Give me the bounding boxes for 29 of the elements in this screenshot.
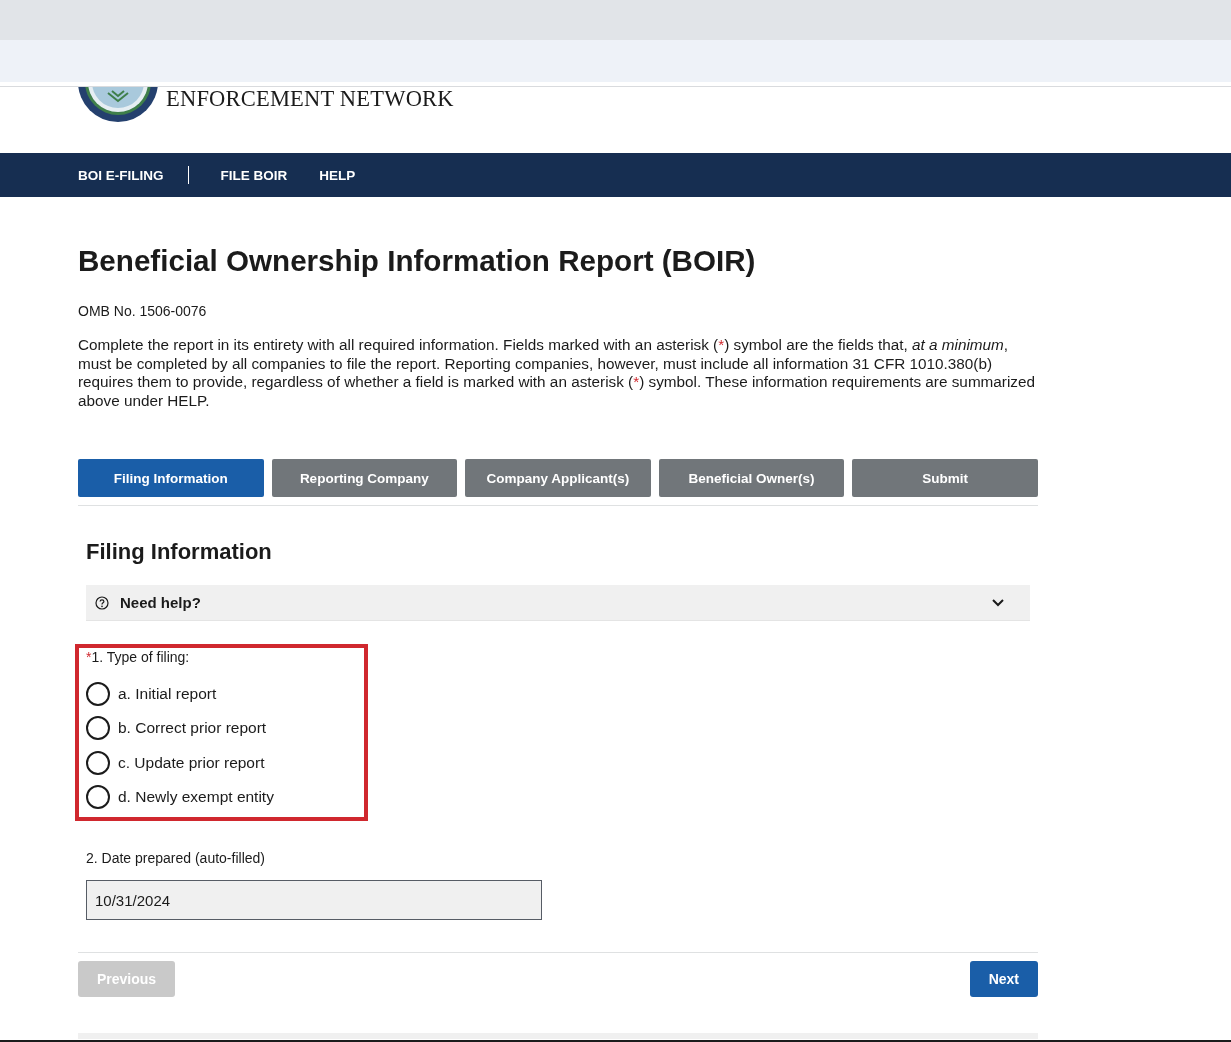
step-tab[interactable]: Reporting Company bbox=[271, 459, 458, 497]
date-label: 2. Date prepared (auto-filled) bbox=[86, 849, 266, 868]
nav-link[interactable]: FILE BOIR bbox=[220, 167, 288, 183]
help-icon bbox=[95, 595, 109, 610]
radio-label[interactable]: a. Initial report bbox=[118, 684, 217, 705]
section-title: Filing Information bbox=[86, 538, 273, 566]
radio-button[interactable] bbox=[86, 682, 110, 707]
chevron-icon bbox=[992, 598, 1004, 607]
next-button[interactable]: Next bbox=[969, 961, 1038, 997]
help-accordion[interactable]: Need help? bbox=[86, 585, 1030, 621]
step-tab[interactable]: Company Applicant(s) bbox=[465, 459, 651, 497]
radio-label[interactable]: d. Newly exempt entity bbox=[118, 787, 274, 808]
nav-link[interactable]: HELP bbox=[319, 167, 356, 183]
agency-name: ENFORCEMENT NETWORK bbox=[166, 87, 454, 111]
date-field[interactable]: 10/31/2024 bbox=[86, 880, 542, 920]
step-tab[interactable]: Submit bbox=[852, 459, 1038, 497]
help-label: Need help? bbox=[120, 594, 201, 611]
radio-button[interactable] bbox=[86, 716, 110, 741]
question-label: *1. Type of filing: bbox=[86, 648, 191, 666]
page-title: Beneficial Ownership Information Report (BOIR) bbox=[78, 243, 757, 279]
radio-label[interactable]: b. Correct prior report bbox=[118, 718, 267, 739]
step-tab[interactable]: Beneficial Owner(s) bbox=[658, 459, 845, 497]
radio-label[interactable]: c. Update prior report bbox=[118, 752, 265, 773]
step-tab[interactable]: Filing Information bbox=[78, 459, 264, 497]
radio-button[interactable] bbox=[86, 750, 110, 775]
radio-button[interactable] bbox=[86, 785, 110, 810]
omb-number: OMB No. 1506-0076 bbox=[78, 302, 208, 321]
intro-paragraph: Complete the report in its entirety with all required information. Fields marked with an asterisk (*) symbol are the fields that, at a minimum, must be completed by all companies to file the report. Reporting companies, however, must include all information 31 CFR 1010.380(b) requires them to provide, regardless of whether a field is marked with an asterisk (*) symbol. These information requirements are summarized above under HELP. bbox=[78, 336, 1037, 410]
nav-link[interactable]: BOI E-FILING bbox=[78, 167, 164, 183]
